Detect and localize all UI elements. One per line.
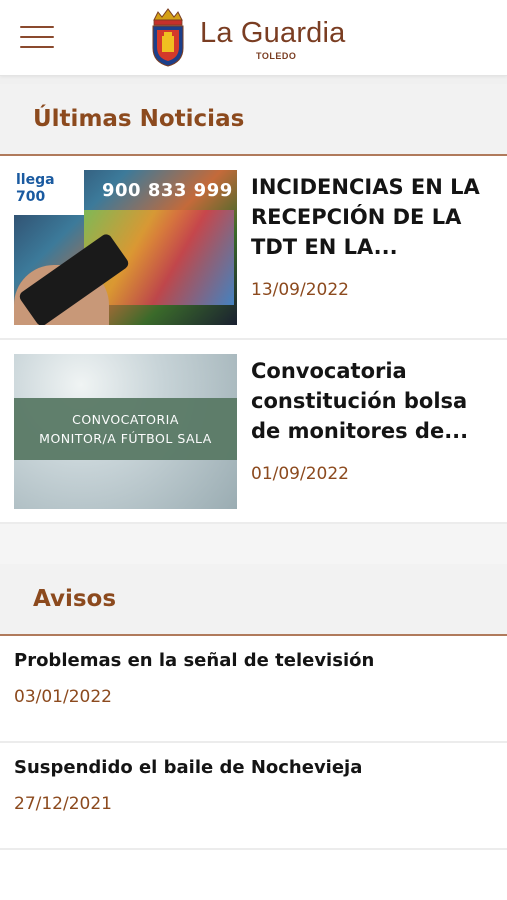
spacer: [0, 76, 507, 84]
news-item-convocatoria[interactable]: CONVOCATORIA MONITOR/A FÚTBOL SALA Convo…: [0, 340, 507, 524]
menu-bar: [20, 26, 54, 28]
coat-of-arms-icon: [152, 8, 184, 67]
menu-bar: [20, 36, 54, 38]
news-item-tdt[interactable]: llega 700 900 833 999 INCIDENCIAS EN LA …: [0, 156, 507, 340]
news-thumbnail[interactable]: CONVOCATORIA MONITOR/A FÚTBOL SALA: [14, 354, 237, 509]
aviso-item[interactable]: Problemas en la señal de televisión 03/0…: [0, 636, 507, 743]
llega-700-badge: llega 700: [14, 170, 84, 215]
hamburger-menu-icon[interactable]: [20, 26, 54, 48]
phone-number: 900 833 999: [102, 180, 233, 201]
brand-name: La Guardia: [200, 17, 346, 49]
section-gap: [0, 524, 507, 564]
aviso-date: 03/01/2022: [14, 687, 112, 707]
avisos-section-header: Avisos: [0, 564, 507, 636]
aviso-item[interactable]: Suspendido el baile de Nochevieja 27/12/…: [0, 743, 507, 850]
news-section-header: Últimas Noticias: [0, 84, 507, 156]
menu-bar: [20, 46, 54, 48]
news-title[interactable]: INCIDENCIAS EN LA RECEPCIÓN DE LA TDT EN…: [251, 172, 495, 262]
badge-line2: 700: [16, 189, 46, 205]
brand-logo[interactable]: La Guardia TOLEDO: [148, 6, 346, 68]
news-thumbnail[interactable]: llega 700 900 833 999: [14, 170, 237, 325]
news-text: INCIDENCIAS EN LA RECEPCIÓN DE LA TDT EN…: [251, 170, 495, 338]
convocatoria-banner: CONVOCATORIA MONITOR/A FÚTBOL SALA: [14, 398, 237, 460]
banner-line2: MONITOR/A FÚTBOL SALA: [39, 431, 212, 446]
brand-text: La Guardia TOLEDO: [200, 17, 346, 61]
news-date: 01/09/2022: [251, 464, 349, 484]
aviso-title[interactable]: Suspendido el baile de Nochevieja: [14, 757, 493, 778]
news-title[interactable]: Convocatoria constitución bolsa de monit…: [251, 356, 495, 446]
badge-line1: llega: [16, 172, 55, 188]
news-text: Convocatoria constitución bolsa de monit…: [251, 354, 495, 522]
app-header: La Guardia TOLEDO: [0, 0, 507, 76]
avisos-section: Avisos Problemas en la señal de televisi…: [0, 564, 507, 850]
aviso-title[interactable]: Problemas en la señal de televisión: [14, 650, 493, 671]
news-date: 13/09/2022: [251, 280, 349, 300]
news-section: Últimas Noticias llega 700 900 833 999 I…: [0, 84, 507, 524]
badge-text: llega 700: [16, 172, 55, 206]
aviso-date: 27/12/2021: [14, 794, 112, 814]
banner-line1: CONVOCATORIA: [72, 412, 179, 427]
brand-subtitle: TOLEDO: [256, 51, 297, 61]
news-section-title: Últimas Noticias: [33, 106, 245, 132]
avisos-section-title: Avisos: [33, 586, 117, 612]
